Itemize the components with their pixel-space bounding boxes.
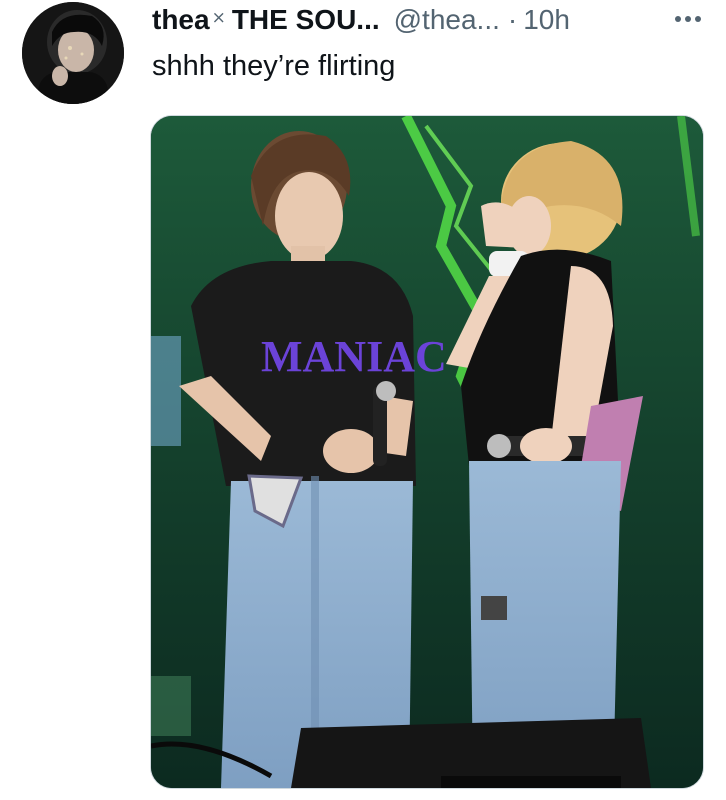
more-button[interactable] xyxy=(668,2,708,36)
shirt-print: MANIAC xyxy=(261,332,447,381)
avatar-image xyxy=(22,2,124,104)
timestamp[interactable]: 10h xyxy=(523,4,570,36)
concert-photo: MANIAC xyxy=(151,116,703,788)
display-name-rest[interactable]: THE SOU... xyxy=(232,4,380,36)
tweet-header: thea ⨯ THE SOU... @thea... · 10h xyxy=(152,0,570,40)
name-mark: ⨯ xyxy=(211,8,226,27)
user-handle[interactable]: @thea... xyxy=(394,4,500,36)
display-name[interactable]: thea xyxy=(152,4,210,36)
more-horizontal-icon xyxy=(675,16,701,22)
avatar[interactable] xyxy=(22,2,124,104)
tweet-text: shhh they’re flirting xyxy=(152,50,396,82)
separator-dot: · xyxy=(507,4,518,35)
tweet-media[interactable]: MANIAC xyxy=(150,115,704,789)
tweet: thea ⨯ THE SOU... @thea... · 10h shhh th… xyxy=(0,0,726,800)
